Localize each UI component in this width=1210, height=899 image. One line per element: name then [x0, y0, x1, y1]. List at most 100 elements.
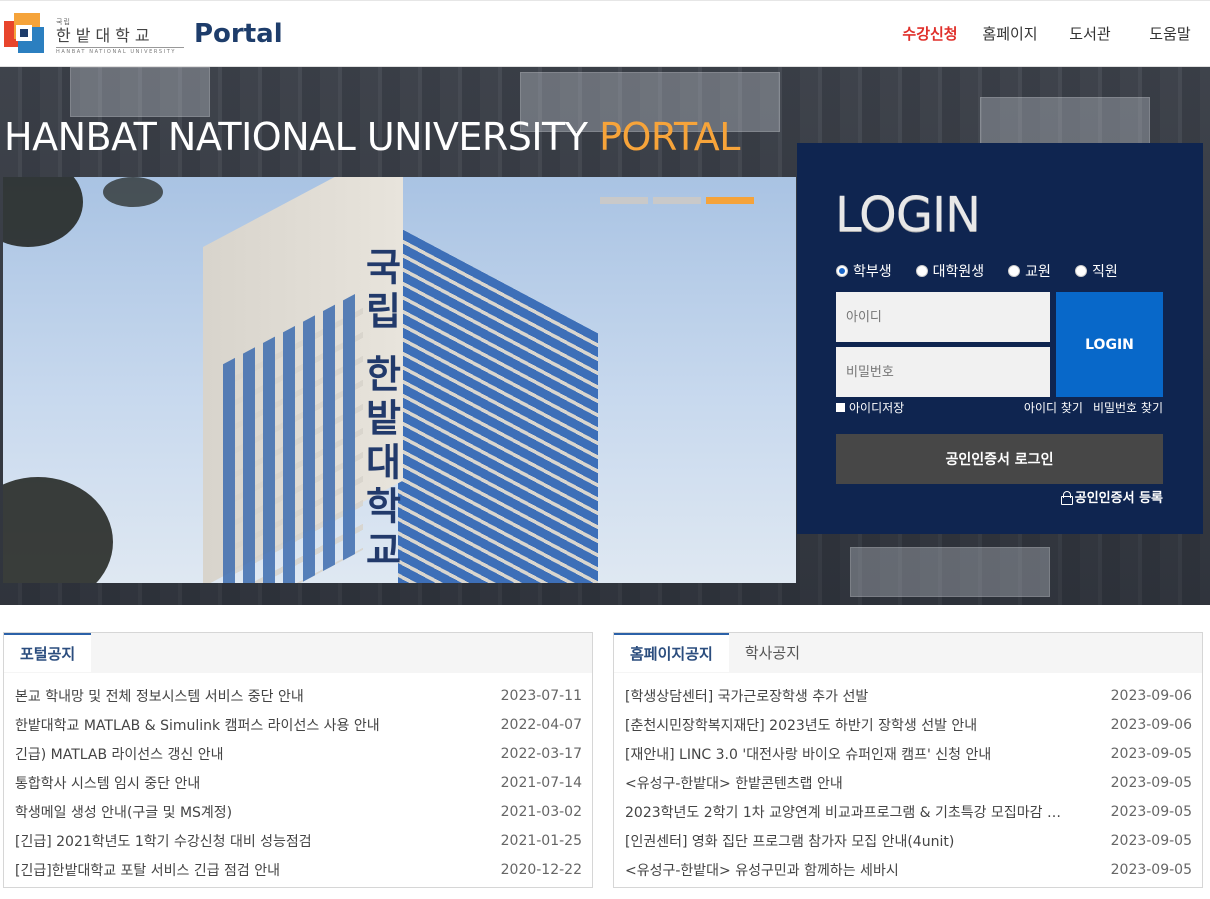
role-label: 직원	[1091, 264, 1118, 280]
tree-branch	[3, 177, 83, 247]
list-item[interactable]: 2023학년도 2학기 1차 교양연계 비교과프로그램 & 기초특강 모집마감 …	[614, 797, 1202, 826]
save-id-checkbox[interactable]: 아이디저장	[836, 399, 904, 416]
notice-title[interactable]: 긴급) MATLAB 라이선스 갱신 안내	[15, 744, 224, 764]
nav-homepage[interactable]: 홈페이지	[970, 1, 1050, 68]
list-item[interactable]: [학생상담센터] 국가근로장학생 추가 선발 2023-09-06	[614, 681, 1202, 710]
list-item[interactable]: 본교 학내망 및 전체 정보시스템 서비스 중단 안내 2023-07-11	[4, 681, 592, 710]
role-label: 교원	[1025, 264, 1051, 280]
certificate-register-label: 공인인증서 등록	[1074, 491, 1163, 506]
tree-branch	[103, 177, 163, 207]
list-item[interactable]: [인권센터] 영화 집단 프로그램 참가자 모집 안내(4unit) 2023-0…	[614, 826, 1202, 855]
hero-slide-image[interactable]: 국립 한밭대학교	[3, 177, 796, 583]
role-label: 학부생	[853, 264, 892, 280]
slide-indicator	[600, 197, 754, 204]
notice-title[interactable]: 학생메일 생성 안내(구글 및 MS계정)	[15, 802, 232, 822]
portal-word: Portal	[194, 19, 283, 49]
list-item[interactable]: [재안내] LINC 3.0 '대전사랑 바이오 슈퍼인재 캠프' 신청 안내 2…	[614, 739, 1202, 768]
role-graduate[interactable]: 대학원생	[915, 261, 985, 281]
role-label: 대학원생	[932, 264, 985, 280]
notice-title[interactable]: <유성구-한밭대> 유성구민과 함께하는 세바시	[625, 860, 899, 880]
notice-date: 2023-09-05	[1110, 832, 1192, 849]
list-item[interactable]: <유성구-한밭대> 한밭콘텐츠랩 안내 2023-09-05	[614, 768, 1202, 797]
login-panel: LOGIN 학부생 대학원생 교원 직원 LOGIN 아이디저장 아이디 찾기 …	[797, 143, 1203, 534]
background-building	[70, 67, 210, 117]
radio-icon[interactable]	[1008, 265, 1021, 277]
notice-title[interactable]: [인권센터] 영화 집단 프로그램 참가자 모집 안내(4unit)	[625, 831, 954, 851]
tower-sign: 국립 한밭대학교	[358, 247, 402, 575]
notice-date: 2021-03-02	[500, 803, 582, 820]
role-undergraduate[interactable]: 학부생	[836, 261, 892, 281]
notice-date: 2023-09-05	[1110, 774, 1192, 791]
role-faculty[interactable]: 교원	[1008, 261, 1051, 281]
slide-dot-2[interactable]	[653, 197, 701, 204]
notice-date: 2023-09-05	[1110, 745, 1192, 762]
list-item[interactable]: 통합학사 시스템 임시 중단 안내 2021-07-14	[4, 768, 592, 797]
portal-notice-tabs: 포털공지	[4, 633, 592, 673]
notice-date: 2023-09-06	[1110, 687, 1192, 704]
logo-sub-text: HANBAT NATIONAL UNIVERSITY	[56, 47, 184, 55]
slide-dot-1[interactable]	[600, 197, 648, 204]
notice-date: 2023-07-11	[500, 687, 582, 704]
notice-title[interactable]: [재안내] LINC 3.0 '대전사랑 바이오 슈퍼인재 캠프' 신청 안내	[625, 744, 991, 764]
list-item[interactable]: 학생메일 생성 안내(구글 및 MS계정) 2021-03-02	[4, 797, 592, 826]
notice-title[interactable]: [긴급]한밭대학교 포탈 서비스 긴급 점검 안내	[15, 860, 280, 880]
find-links: 아이디 찾기 비밀번호 찾기	[1024, 399, 1163, 416]
find-id-link[interactable]: 아이디 찾기	[1024, 399, 1083, 416]
nav-library[interactable]: 도서관	[1050, 1, 1130, 68]
notice-title[interactable]: [학생상담센터] 국가근로장학생 추가 선발	[625, 686, 868, 706]
notice-date: 2022-04-07	[500, 716, 582, 733]
login-title: LOGIN	[835, 187, 981, 243]
role-selector: 학부생 대학원생 교원 직원	[836, 261, 1142, 281]
hero-title: HANBAT NATIONAL UNIVERSITY PORTAL	[4, 115, 740, 159]
list-item[interactable]: [긴급] 2021학년도 1학기 수강신청 대비 성능점검 2021-01-25	[4, 826, 592, 855]
notice-title[interactable]: [긴급] 2021학년도 1학기 수강신청 대비 성능점검	[15, 831, 312, 851]
notice-title[interactable]: 2023학년도 2학기 1차 교양연계 비교과프로그램 & 기초특강 모집마감 …	[625, 802, 1061, 822]
lock-icon	[1060, 490, 1073, 505]
homepage-notice-tabs: 홈페이지공지 학사공지	[614, 633, 1202, 673]
tree-branch	[3, 477, 113, 583]
notice-title[interactable]: [춘천시민장학복지재단] 2023년도 하반기 장학생 선발 안내	[625, 715, 977, 735]
tab-academic-notice[interactable]: 학사공지	[729, 633, 816, 672]
id-input[interactable]	[836, 292, 1050, 342]
logo-text[interactable]: 국립 한밭대학교 HANBAT NATIONAL UNIVERSITY	[56, 17, 184, 55]
notice-title[interactable]: 본교 학내망 및 전체 정보시스템 서비스 중단 안내	[15, 686, 304, 706]
radio-icon[interactable]	[836, 265, 848, 277]
list-item[interactable]: 긴급) MATLAB 라이선스 갱신 안내 2022-03-17	[4, 739, 592, 768]
logo-main-text: 한밭대학교	[56, 26, 155, 45]
list-item[interactable]: <유성구-한밭대> 유성구민과 함께하는 세바시 2023-09-05	[614, 855, 1202, 884]
tower-side	[398, 227, 598, 583]
portal-notice-board: 포털공지 본교 학내망 및 전체 정보시스템 서비스 중단 안내 2023-07-…	[3, 632, 593, 888]
radio-icon[interactable]	[1074, 265, 1087, 277]
tab-portal-notice[interactable]: 포털공지	[4, 633, 92, 672]
password-input[interactable]	[836, 347, 1050, 397]
radio-icon[interactable]	[915, 265, 928, 277]
notice-date: 2023-09-06	[1110, 716, 1192, 733]
notice-date: 2023-09-05	[1110, 861, 1192, 878]
notice-date: 2021-07-14	[500, 774, 582, 791]
notice-title[interactable]: 한밭대학교 MATLAB & Simulink 캠퍼스 라이선스 사용 안내	[15, 715, 380, 735]
find-password-link[interactable]: 비밀번호 찾기	[1093, 399, 1163, 416]
notice-title[interactable]: <유성구-한밭대> 한밭콘텐츠랩 안내	[625, 773, 843, 793]
background-building	[980, 97, 1150, 147]
homepage-notice-board: 홈페이지공지 학사공지 [학생상담센터] 국가근로장학생 추가 선발 2023-0…	[613, 632, 1203, 888]
notice-title[interactable]: 통합학사 시스템 임시 중단 안내	[15, 773, 200, 793]
hero-title-accent: PORTAL	[599, 115, 740, 159]
top-nav: 수강신청 홈페이지 도서관 도움말	[890, 1, 1210, 68]
notice-date: 2022-03-17	[500, 745, 582, 762]
certificate-register-link[interactable]: 공인인증서 등록	[1060, 487, 1163, 506]
role-staff[interactable]: 직원	[1074, 261, 1118, 281]
university-logo-icon[interactable]	[4, 13, 48, 57]
list-item[interactable]: [긴급]한밭대학교 포탈 서비스 긴급 점검 안내 2020-12-22	[4, 855, 592, 884]
notice-date: 2020-12-22	[500, 861, 582, 878]
hero-title-main: HANBAT NATIONAL UNIVERSITY	[4, 115, 600, 159]
list-item[interactable]: 한밭대학교 MATLAB & Simulink 캠퍼스 라이선스 사용 안내 20…	[4, 710, 592, 739]
nav-course-registration[interactable]: 수강신청	[890, 1, 970, 68]
tab-homepage-notice[interactable]: 홈페이지공지	[614, 633, 729, 672]
list-item[interactable]: [춘천시민장학복지재단] 2023년도 하반기 장학생 선발 안내 2023-09…	[614, 710, 1202, 739]
checkbox-icon[interactable]	[836, 403, 845, 412]
certificate-login-button[interactable]: 공인인증서 로그인	[836, 434, 1163, 484]
slide-dot-3[interactable]	[706, 197, 754, 204]
notice-date: 2023-09-05	[1110, 803, 1192, 820]
nav-help[interactable]: 도움말	[1130, 1, 1210, 68]
login-button[interactable]: LOGIN	[1056, 292, 1163, 397]
